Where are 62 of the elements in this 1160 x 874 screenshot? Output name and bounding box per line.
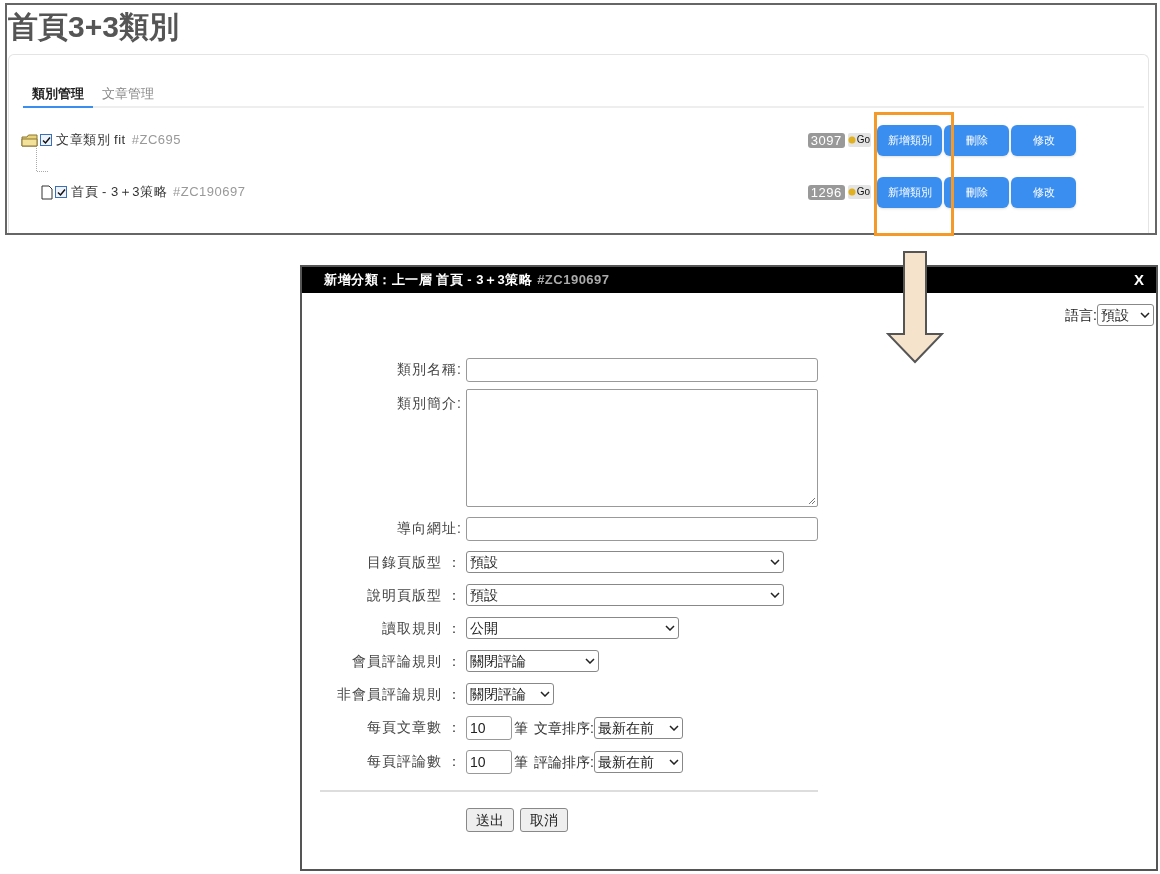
field-label: 目錄頁版型 ： xyxy=(366,553,463,572)
field-label: 導向網址: xyxy=(396,519,463,538)
go-button[interactable]: Go xyxy=(847,133,871,147)
magnifier-icon xyxy=(847,187,857,197)
chevron-down-icon xyxy=(540,691,550,697)
sort-label: 文章排序: xyxy=(534,718,594,738)
field-label: 非會員評論規則 ： xyxy=(336,685,463,704)
select-dropdown[interactable]: 最新在前 xyxy=(593,751,683,773)
select-dropdown[interactable]: 預設 xyxy=(466,551,784,573)
select-dropdown[interactable]: 公開 xyxy=(466,617,679,639)
select-dropdown[interactable]: 預設 xyxy=(466,584,784,606)
select-dropdown[interactable]: 預設 xyxy=(1097,304,1154,326)
resize-grip-icon xyxy=(808,497,816,505)
count-badge: 3097 xyxy=(807,132,845,148)
page-icon xyxy=(41,184,53,200)
select-dropdown[interactable]: 最新在前 xyxy=(593,717,683,739)
field-label: 類別簡介: xyxy=(396,394,463,413)
dialog-title: 新增分類：上一層 首頁 - 3＋3策略 xyxy=(324,271,533,290)
field-label: 會員評論規則 ： xyxy=(351,652,463,671)
chevron-down-icon xyxy=(1140,312,1150,318)
check-icon xyxy=(41,135,51,145)
magnifier-icon xyxy=(847,135,857,145)
category-code: #ZC695 xyxy=(131,131,181,150)
checkbox[interactable] xyxy=(55,186,67,198)
tree-connector xyxy=(36,148,50,172)
sort-label: 評論排序: xyxy=(534,752,594,772)
number-field[interactable]: 10 xyxy=(466,716,512,740)
field-label: 讀取規則 ： xyxy=(381,619,463,638)
language-label: 語言: xyxy=(1065,305,1097,325)
chevron-down-icon xyxy=(585,658,595,664)
tab[interactable]: 類別管理 xyxy=(23,82,93,108)
go-button[interactable]: Go xyxy=(847,185,871,199)
submit-button[interactable]: 送出 xyxy=(466,808,514,832)
chevron-down-icon xyxy=(770,559,780,565)
page-title: 首頁3+3類別 xyxy=(7,9,180,45)
close-button[interactable]: X xyxy=(1134,268,1144,292)
text-field[interactable] xyxy=(466,517,818,541)
text-area[interactable] xyxy=(466,389,818,507)
field-label: 每頁評論數 ： xyxy=(366,752,463,771)
select-dropdown[interactable]: 關閉評論 xyxy=(466,683,554,705)
field-label: 說明頁版型 ： xyxy=(366,586,463,605)
field-label: 每頁文章數 ： xyxy=(366,718,463,737)
unit-label: 筆 xyxy=(514,718,528,738)
checkbox[interactable] xyxy=(40,134,52,146)
select-dropdown[interactable]: 關閉評論 xyxy=(466,650,599,672)
chevron-down-icon xyxy=(668,759,679,765)
cancel-button[interactable]: 取消 xyxy=(520,808,568,832)
chevron-down-icon xyxy=(770,592,780,598)
tab[interactable]: 文章管理 xyxy=(93,82,163,108)
category-name[interactable]: 首頁 - 3＋3策略 xyxy=(71,182,167,202)
text-field[interactable] xyxy=(466,358,818,382)
unit-label: 筆 xyxy=(514,752,528,772)
number-field[interactable]: 10 xyxy=(466,750,512,774)
category-name[interactable]: 文章類別 fit xyxy=(56,130,126,150)
check-icon xyxy=(56,187,66,197)
chevron-down-icon xyxy=(665,625,675,631)
chevron-down-icon xyxy=(668,725,679,731)
field-label: 類別名稱: xyxy=(396,360,463,379)
folder-icon xyxy=(21,133,38,147)
dialog-title-code: #ZC190697 xyxy=(537,271,610,290)
count-badge: 1296 xyxy=(807,184,845,200)
category-code: #ZC190697 xyxy=(173,183,246,202)
